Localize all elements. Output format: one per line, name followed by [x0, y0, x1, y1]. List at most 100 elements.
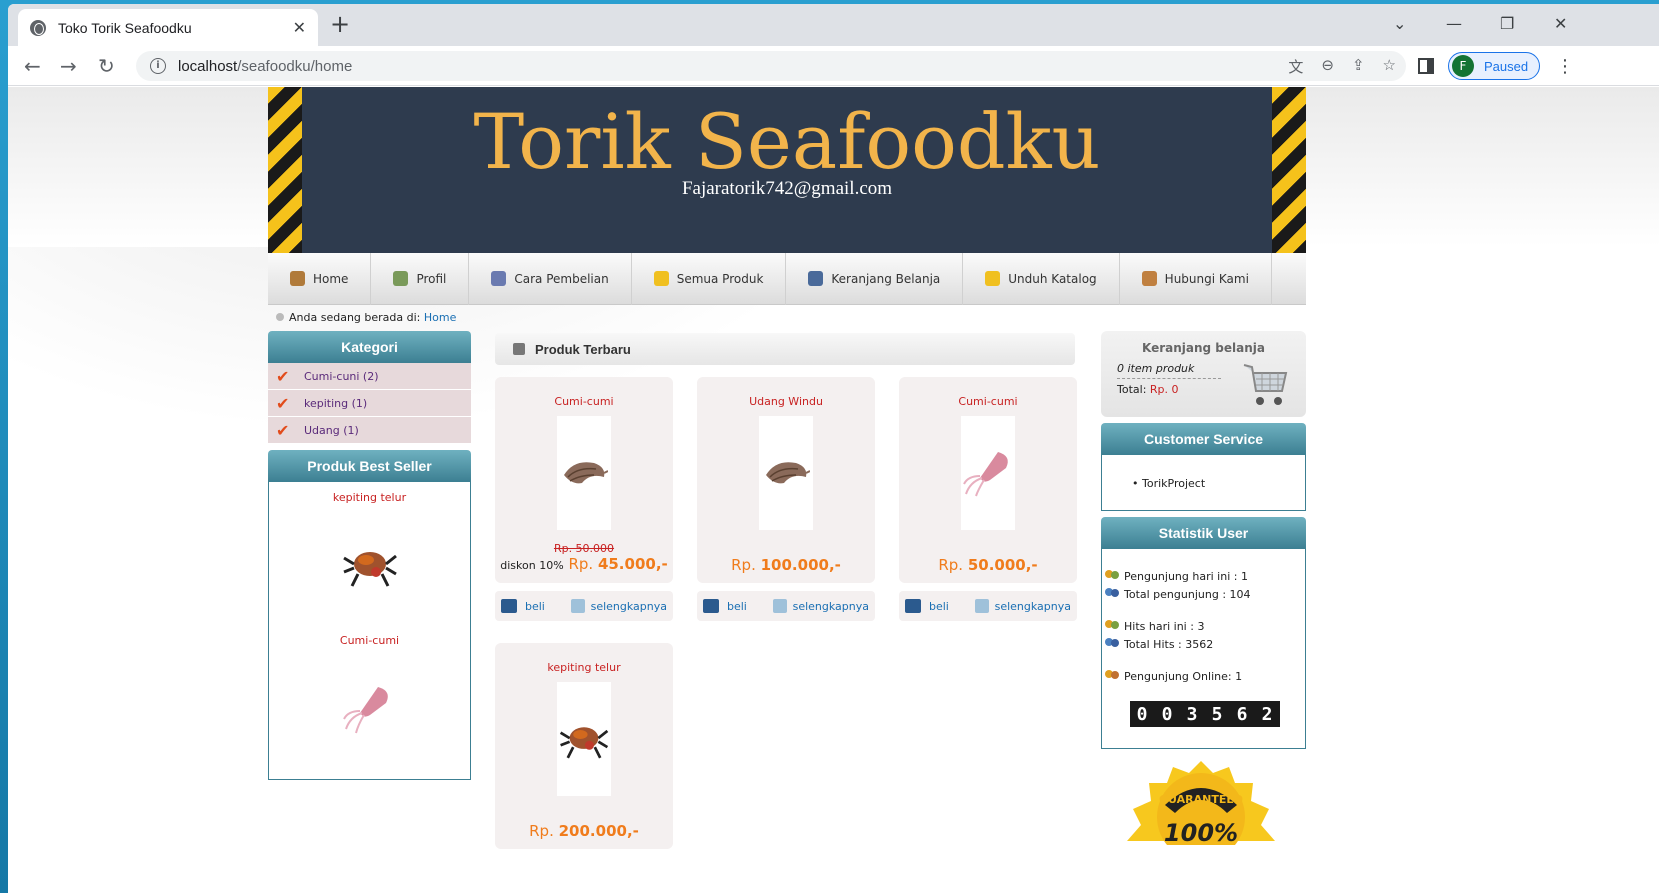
- kategori-link[interactable]: Cumi-cuni (2): [304, 370, 379, 383]
- cart-icon: [905, 599, 921, 613]
- detail-button[interactable]: selengkapnya: [772, 599, 869, 613]
- restore-icon[interactable]: ❐: [1500, 14, 1514, 33]
- detail-label: selengkapnya: [792, 599, 869, 613]
- checkmark-icon: ✔: [276, 393, 290, 413]
- menu-item-hubungi-kami[interactable]: Hubungi Kami: [1120, 252, 1272, 305]
- old-price: Rp. 50.000: [553, 542, 615, 555]
- profile-status: Paused: [1484, 58, 1529, 74]
- users-icon: [1104, 619, 1120, 633]
- forward-icon[interactable]: →: [60, 54, 77, 78]
- bullet-icon: [276, 313, 284, 321]
- customer-service-contact[interactable]: • TorikProject: [1132, 477, 1205, 490]
- product-name[interactable]: Cumi-cumi: [495, 395, 673, 408]
- window-close-icon[interactable]: ✕: [1554, 14, 1567, 33]
- buy-button[interactable]: beli: [501, 599, 545, 613]
- crab-image[interactable]: [557, 711, 611, 767]
- menu-item-unduh-katalog[interactable]: Unduh Katalog: [963, 252, 1120, 305]
- cart-title: Keranjang belanja: [1142, 341, 1265, 355]
- product-image-frame[interactable]: [961, 416, 1015, 530]
- produk-terbaru-header: Produk Terbaru: [495, 333, 1075, 365]
- side-panel-icon[interactable]: [1418, 58, 1434, 74]
- minimize-icon[interactable]: —: [1446, 14, 1462, 33]
- stat-gap: [1104, 603, 1305, 617]
- statistik-box: Statistik User Pengunjung hari ini : 1 T…: [1101, 517, 1306, 749]
- stat-line: Total Hits : 3562: [1104, 635, 1305, 653]
- right-sidebar: Keranjang belanja 0 item produk Total: R…: [1101, 331, 1306, 845]
- new-tab-button[interactable]: +: [330, 12, 350, 36]
- share-icon[interactable]: ⇪: [1352, 56, 1365, 77]
- buy-button[interactable]: beli: [905, 599, 949, 613]
- menu-item-semua-produk[interactable]: Semua Produk: [632, 252, 787, 305]
- url-text: localhost/seafoodku/home: [178, 58, 352, 75]
- tab-search-icon[interactable]: ⌄: [1393, 14, 1406, 33]
- product-card: Cumi-cumi Rp. 50.000,- beli selengkapnya: [899, 377, 1077, 621]
- guarantee-badge: GUARANTEED 100%: [1127, 761, 1275, 845]
- product-actions: beli selengkapnya: [899, 591, 1077, 621]
- best-seller-item[interactable]: kepiting telur: [269, 482, 470, 596]
- product-name[interactable]: Udang Windu: [697, 395, 875, 408]
- checkmark-icon: ✔: [276, 366, 290, 386]
- detail-label: selengkapnya: [590, 599, 667, 613]
- kategori-item[interactable]: ✔ Cumi-cuni (2): [268, 363, 471, 390]
- counter-digit: 0: [1136, 703, 1148, 725]
- menu-item-home[interactable]: Home: [268, 252, 372, 305]
- crab-image[interactable]: [340, 534, 400, 596]
- menu-item-profil[interactable]: Profil: [371, 252, 470, 305]
- product-name[interactable]: Cumi-cumi: [899, 395, 1077, 408]
- product-image-frame[interactable]: [557, 682, 611, 796]
- product-image-frame[interactable]: [759, 416, 813, 530]
- counter-digit: 6: [1236, 703, 1248, 725]
- product-card-body: Udang Windu Rp. 100.000,-: [697, 377, 875, 583]
- tab-close-icon[interactable]: ✕: [293, 18, 306, 37]
- stat-text: Pengunjung Online: 1: [1124, 669, 1243, 683]
- url-host: localhost: [178, 57, 238, 75]
- menu-item-keranjang-belanja[interactable]: Keranjang Belanja: [786, 252, 964, 305]
- kategori-item[interactable]: ✔ kepiting (1): [268, 390, 471, 417]
- browser-menu-icon[interactable]: ⋮: [1556, 56, 1574, 77]
- statistik-title: Statistik User: [1101, 517, 1306, 549]
- detail-button[interactable]: selengkapnya: [570, 599, 667, 613]
- zoom-icon[interactable]: ⊖: [1321, 56, 1334, 77]
- reload-icon[interactable]: ↻: [98, 54, 115, 78]
- product-name[interactable]: kepiting telur: [495, 661, 673, 674]
- buy-button[interactable]: beli: [703, 599, 747, 613]
- breadcrumb-home-link[interactable]: Home: [424, 311, 456, 324]
- shrimp-image[interactable]: [560, 453, 608, 493]
- translate-icon[interactable]: 文: [1288, 56, 1303, 77]
- product-actions: beli selengkapnya: [495, 591, 673, 621]
- browser-tab[interactable]: Toko Torik Seafoodku ✕: [18, 9, 318, 46]
- site-header: Torik Seafoodku Fajaratorik742@gmail.com: [268, 87, 1306, 253]
- profile-button[interactable]: F Paused: [1448, 52, 1540, 80]
- kategori-link[interactable]: Udang (1): [304, 424, 359, 437]
- site-info-icon[interactable]: i: [150, 58, 166, 74]
- product-card-body: Cumi-cumi Rp. 50.000 diskon 10% Rp. 45.000…: [495, 377, 673, 583]
- back-icon[interactable]: ←: [24, 54, 41, 78]
- counter-digit: 0: [1161, 703, 1173, 725]
- detail-icon: [772, 599, 787, 613]
- product-card-body: kepiting telur Rp. 200.000,-: [495, 643, 673, 849]
- best-seller-name[interactable]: kepiting telur: [269, 491, 470, 504]
- best-seller-name[interactable]: Cumi-cumi: [269, 634, 470, 647]
- avatar: F: [1452, 55, 1474, 77]
- menu-label: Profil: [416, 271, 447, 286]
- main-menu: Home Profil Cara Pembelian Semua Produk Kera…: [268, 252, 1306, 305]
- browser-window: Toko Torik Seafoodku ✕ + ⌄ — ❐ ✕ ← → ↻ i…: [8, 4, 1659, 893]
- kategori-list: ✔ Cumi-cuni (2) ✔ kepiting (1) ✔ Udang (1): [268, 363, 471, 444]
- bookmark-star-icon[interactable]: ☆: [1383, 56, 1396, 77]
- stat-text: Total pengunjung : 104: [1124, 587, 1251, 601]
- best-seller-item[interactable]: Cumi-cumi: [269, 596, 470, 737]
- users-icon: [1104, 637, 1120, 651]
- shrimp-image[interactable]: [762, 453, 810, 493]
- squid-image[interactable]: [962, 448, 1014, 498]
- kategori-item[interactable]: ✔ Udang (1): [268, 417, 471, 444]
- shopping-cart-icon[interactable]: [1242, 361, 1290, 411]
- cart-icon: [501, 599, 517, 613]
- kategori-link[interactable]: kepiting (1): [304, 397, 367, 410]
- detail-button[interactable]: selengkapnya: [974, 599, 1071, 613]
- menu-item-cara-pembelian[interactable]: Cara Pembelian: [469, 252, 632, 305]
- product-image-frame[interactable]: [557, 416, 611, 530]
- address-bar[interactable]: i localhost/seafoodku/home 文 ⊖ ⇪ ☆: [136, 51, 1406, 81]
- menu-icon: [290, 271, 305, 286]
- main-content: Produk Terbaru Cumi-cumi Rp. 50.000 diskon…: [495, 333, 1077, 849]
- squid-image[interactable]: [340, 677, 400, 737]
